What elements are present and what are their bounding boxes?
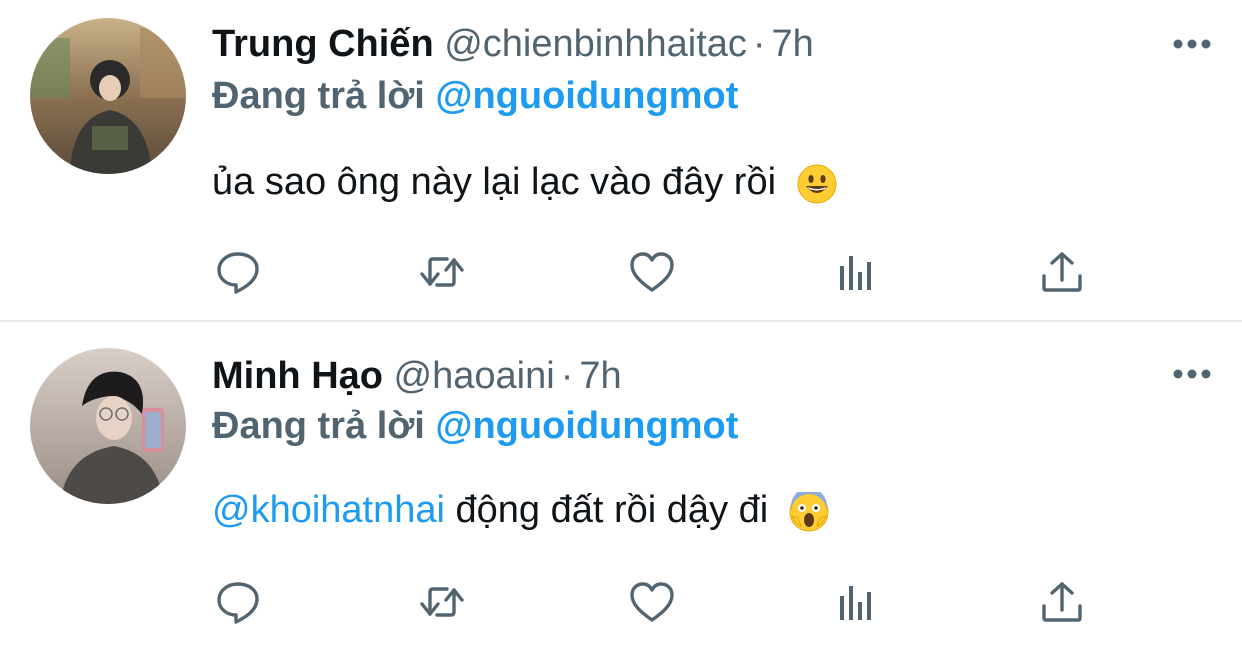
screaming-face-emoji: [789, 491, 829, 532]
author-handle[interactable]: @haoaini: [394, 355, 555, 397]
tweet-mention[interactable]: @khoihatnhai: [212, 489, 445, 531]
tweet[interactable]: Trung Chiến @chienbinhhaitac · 7h Đang trả…: [0, 0, 1242, 320]
tweet-header: Trung Chiến @chienbinhhaitac · 7h: [212, 20, 814, 68]
tweet-feed: Trung Chiến @chienbinhhaitac · 7h Đang trả…: [0, 0, 1242, 646]
share-upload-icon: [1042, 252, 1082, 292]
more-options-button[interactable]: [1170, 24, 1214, 64]
avatar[interactable]: [30, 18, 186, 174]
reply-button[interactable]: [212, 576, 264, 628]
reply-bubble-icon: [217, 582, 259, 624]
replying-to-mention[interactable]: @nguoidungmot: [435, 405, 738, 447]
retweet-button[interactable]: [416, 246, 468, 298]
share-button[interactable]: [1036, 576, 1088, 628]
reply-button[interactable]: [212, 246, 264, 298]
separator-dot: ·: [752, 23, 766, 65]
tweet-actions: [212, 246, 1112, 298]
tweet-actions: [212, 576, 1112, 628]
heart-icon: [630, 252, 674, 292]
separator-dot: ·: [560, 355, 574, 397]
tweet-text: ủa sao ông này lại lạc vào đây rồi: [212, 156, 837, 208]
bar-chart-icon: [840, 586, 871, 620]
like-button[interactable]: [626, 576, 678, 628]
grinning-face-emoji: [797, 164, 837, 204]
author-name[interactable]: Trung Chiến: [212, 23, 434, 65]
more-horizontal-icon: [1173, 369, 1211, 379]
tweet-text: @khoihatnhai động đất rồi dậy đi: [212, 484, 829, 536]
replying-to: Đang trả lời @nguoidungmot: [212, 402, 738, 450]
author-name[interactable]: Minh Hạo: [212, 355, 383, 397]
replying-to-label: Đang trả lời: [212, 405, 425, 447]
retweet-icon: [420, 587, 464, 617]
tweet-text-body: động đất rồi dậy đi: [455, 489, 769, 531]
replying-to-label: Đang trả lời: [212, 75, 425, 117]
avatar[interactable]: [30, 348, 186, 504]
more-horizontal-icon: [1173, 39, 1211, 49]
replying-to-mention[interactable]: @nguoidungmot: [435, 75, 738, 117]
avatar-photo: [30, 348, 186, 504]
timestamp[interactable]: 7h: [772, 23, 814, 65]
more-options-button[interactable]: [1170, 354, 1214, 394]
author-handle[interactable]: @chienbinhhaitac: [444, 23, 747, 65]
share-button[interactable]: [1036, 246, 1088, 298]
bar-chart-icon: [840, 256, 871, 290]
replying-to: Đang trả lời @nguoidungmot: [212, 72, 738, 120]
timestamp[interactable]: 7h: [579, 355, 621, 397]
tweet-text-body: ủa sao ông này lại lạc vào đây rồi: [212, 161, 777, 203]
retweet-button[interactable]: [416, 576, 468, 628]
avatar-photo: [30, 18, 186, 174]
like-button[interactable]: [626, 246, 678, 298]
analytics-button[interactable]: [830, 576, 882, 628]
heart-icon: [630, 582, 674, 622]
tweet[interactable]: Minh Hạo @haoaini · 7h Đang trả lời @nguoi…: [0, 322, 1242, 646]
share-upload-icon: [1042, 582, 1082, 622]
reply-bubble-icon: [217, 252, 259, 294]
retweet-icon: [420, 257, 464, 287]
analytics-button[interactable]: [830, 246, 882, 298]
tweet-header: Minh Hạo @haoaini · 7h: [212, 352, 622, 400]
